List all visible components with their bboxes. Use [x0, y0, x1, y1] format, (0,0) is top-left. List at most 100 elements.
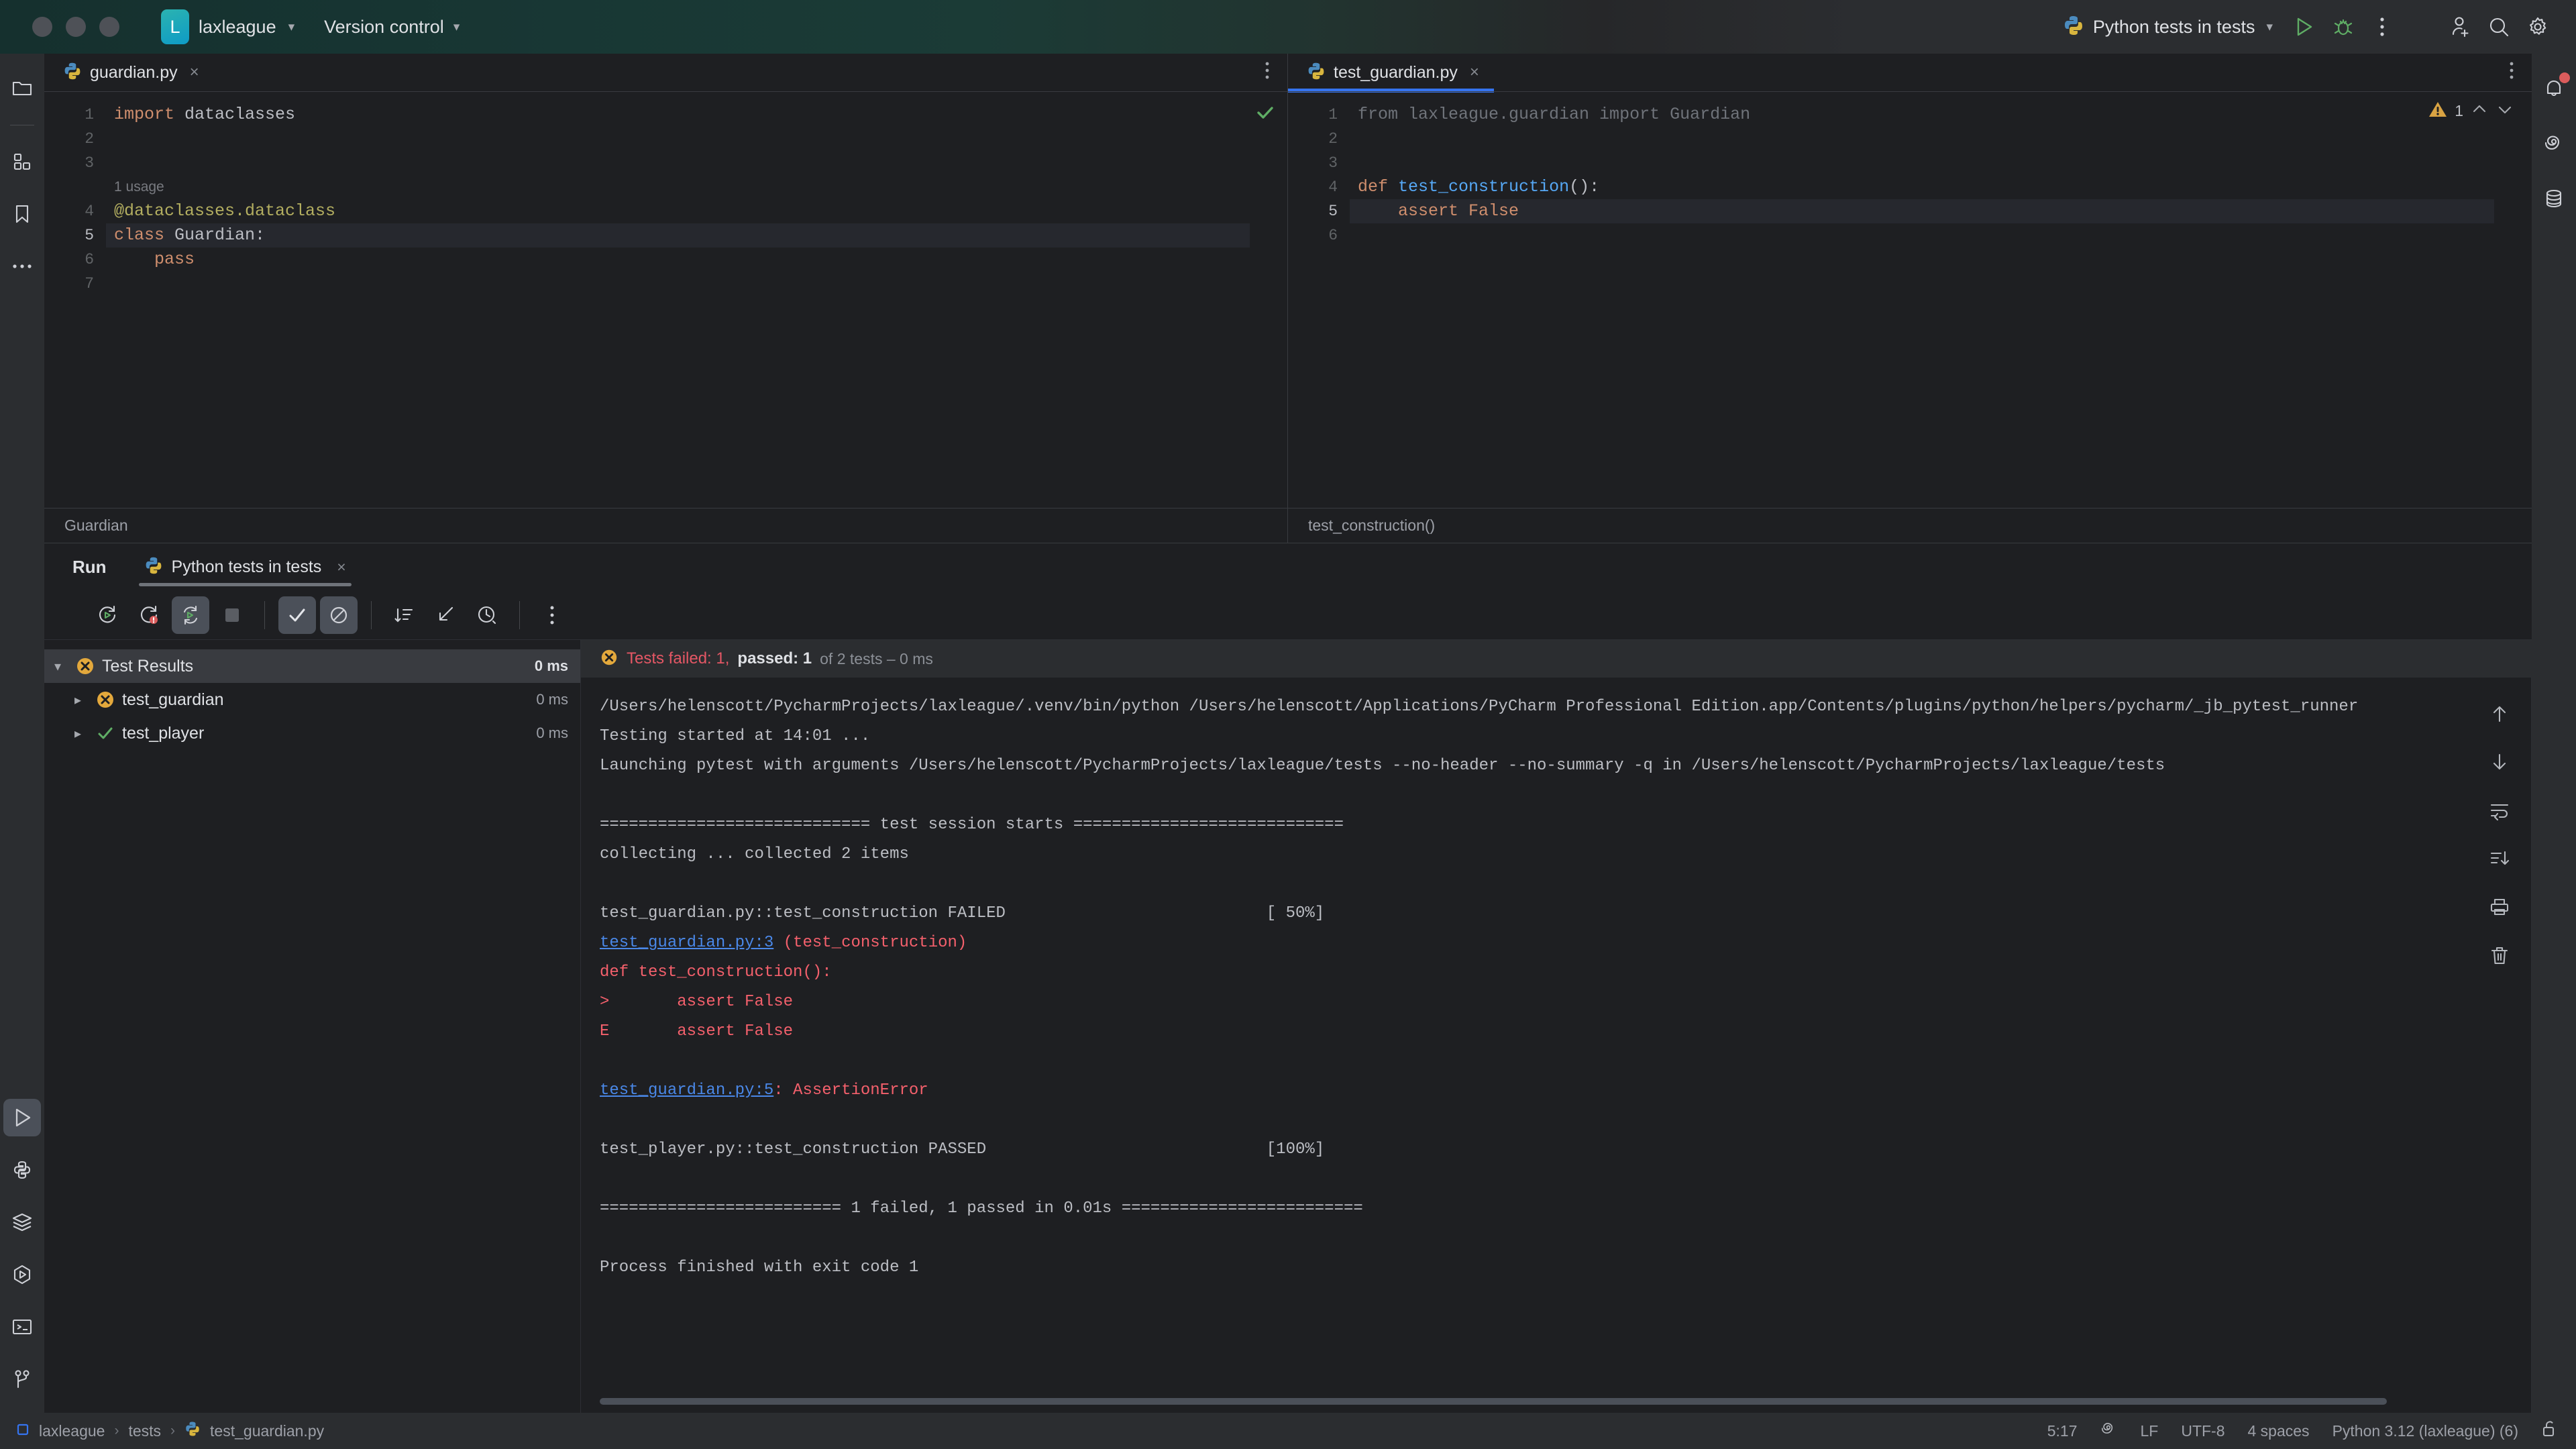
- line-number: 7: [44, 272, 106, 296]
- toggle-auto-test-button[interactable]: [172, 596, 209, 634]
- editor-options-right[interactable]: [2509, 61, 2532, 85]
- run-tab-python-tests[interactable]: Python tests in tests ×: [139, 543, 352, 590]
- tree-row-time: 0 ms: [536, 691, 568, 708]
- chevron-down-icon[interactable]: ▾: [44, 658, 71, 675]
- breadcrumb-right[interactable]: test_construction(): [1288, 508, 2532, 543]
- tree-row-time: 0 ms: [536, 724, 568, 742]
- line-number: 4: [1288, 175, 1350, 199]
- line-separator-widget[interactable]: LF: [2140, 1422, 2158, 1440]
- tab-guardian-py[interactable]: guardian.py ×: [44, 54, 214, 91]
- code-editor-left[interactable]: 1 2 3 4 5 6 7 import dataclasses: [44, 91, 1287, 508]
- maximize-window-button[interactable]: [99, 17, 119, 37]
- unlocked-icon[interactable]: [2541, 1420, 2557, 1442]
- center-column: guardian.py × 1 2 3 4: [44, 54, 2532, 1413]
- sidebar-item-terminal[interactable]: [3, 1308, 41, 1346]
- previous-problem-icon[interactable]: [2470, 100, 2489, 122]
- version-control-selector[interactable]: Version control ▾: [324, 17, 460, 38]
- more-options-button[interactable]: [533, 596, 571, 634]
- chevron-right-icon[interactable]: ▸: [64, 725, 91, 742]
- close-icon[interactable]: ×: [190, 63, 199, 82]
- console-line: ============================ test sessio…: [581, 810, 2467, 840]
- breadcrumb-item-project[interactable]: laxleague: [39, 1422, 105, 1440]
- code-content-right[interactable]: from laxleague.guardian import Guardian …: [1350, 92, 2494, 508]
- chevron-right-icon[interactable]: ▸: [64, 692, 91, 708]
- test-history-button[interactable]: [468, 596, 506, 634]
- run-button[interactable]: [2285, 7, 2324, 46]
- breadcrumb-item-folder[interactable]: tests: [128, 1422, 161, 1440]
- caret-position[interactable]: 5:17: [2047, 1422, 2078, 1440]
- sidebar-item-python-packages[interactable]: [3, 1256, 41, 1293]
- inspection-strip-left[interactable]: [1250, 92, 1287, 508]
- usage-inlay-hint[interactable]: 1 usage: [106, 175, 1250, 199]
- close-window-button[interactable]: [32, 17, 52, 37]
- file-link[interactable]: test_guardian.py:3: [600, 934, 773, 952]
- show-passed-button[interactable]: [278, 596, 316, 634]
- editor-options-left[interactable]: [1265, 61, 1287, 85]
- code-editor-right[interactable]: 1 2 3 4 5 6 from laxleague.guardian impo…: [1288, 91, 2532, 508]
- pycharm-window: L laxleague ▾ Version control ▾ Python t…: [0, 0, 2576, 1449]
- project-selector[interactable]: L laxleague ▾: [161, 9, 294, 44]
- gutter-left[interactable]: 1 2 3 4 5 6 7: [44, 92, 106, 508]
- gutter-right[interactable]: 1 2 3 4 5 6: [1288, 92, 1350, 508]
- line-number: 3: [1288, 151, 1350, 175]
- close-icon[interactable]: ×: [337, 558, 345, 576]
- sidebar-item-python-console[interactable]: [3, 1151, 41, 1189]
- console-line: [581, 1106, 2467, 1135]
- file-link[interactable]: test_guardian.py:5: [600, 1081, 773, 1099]
- scroll-up-button[interactable]: [2482, 696, 2517, 731]
- spiral-icon[interactable]: [2100, 1420, 2117, 1442]
- status-breadcrumb[interactable]: laxleague › tests › test_guardian.py: [16, 1421, 324, 1441]
- sort-tests-button[interactable]: [385, 596, 423, 634]
- inspection-ok-check-icon: [1254, 101, 1277, 127]
- sidebar-item-bookmarks[interactable]: [3, 195, 41, 233]
- hide-ignored-button[interactable]: [320, 596, 358, 634]
- notifications-button[interactable]: [2535, 70, 2573, 107]
- scroll-to-end-button[interactable]: [2482, 841, 2517, 876]
- indent-widget[interactable]: 4 spaces: [2248, 1422, 2310, 1440]
- gear-icon[interactable]: [2518, 7, 2557, 46]
- more-vertical-icon[interactable]: [2363, 7, 2402, 46]
- debug-button[interactable]: [2324, 7, 2363, 46]
- close-icon[interactable]: ×: [1470, 63, 1479, 82]
- sidebar-item-version-control[interactable]: [3, 1360, 41, 1398]
- horizontal-scrollbar[interactable]: [600, 1398, 2387, 1405]
- minimize-window-button[interactable]: [66, 17, 86, 37]
- run-configuration-selector[interactable]: Python tests in tests ▾: [2063, 15, 2273, 40]
- failed-test-icon: [91, 690, 119, 710]
- add-user-icon[interactable]: [2440, 7, 2479, 46]
- database-button[interactable]: [2535, 180, 2573, 217]
- breadcrumb-left[interactable]: Guardian: [44, 508, 1287, 543]
- inspection-widget[interactable]: 1: [2428, 100, 2514, 122]
- code-content-left[interactable]: import dataclasses 1 usage @dataclasses.…: [106, 92, 1250, 508]
- print-button[interactable]: [2482, 890, 2517, 924]
- search-icon[interactable]: [2479, 7, 2518, 46]
- window-controls[interactable]: [32, 17, 119, 37]
- rerun-button[interactable]: [89, 596, 126, 634]
- tree-row-test-guardian[interactable]: ▸ test_guardian 0 ms: [44, 683, 580, 716]
- more-horizontal-icon[interactable]: [3, 248, 41, 285]
- code-line: [106, 151, 1250, 175]
- ai-assistant-button[interactable]: [2535, 125, 2573, 162]
- sidebar-item-project[interactable]: [3, 70, 41, 107]
- console-output[interactable]: /Users/helenscott/PycharmProjects/laxlea…: [581, 678, 2467, 1413]
- encoding-widget[interactable]: UTF-8: [2181, 1422, 2224, 1440]
- clear-all-button[interactable]: [2482, 938, 2517, 973]
- sidebar-item-run[interactable]: [3, 1099, 41, 1136]
- next-problem-icon[interactable]: [2496, 100, 2514, 122]
- chevron-down-icon: ▾: [453, 19, 460, 35]
- tab-test-guardian-py[interactable]: test_guardian.py ×: [1288, 54, 1494, 91]
- stop-button[interactable]: [213, 596, 251, 634]
- expand-collapse-button[interactable]: [427, 596, 464, 634]
- console-line: Process finished with exit code 1: [581, 1253, 2467, 1283]
- breadcrumb-item-file[interactable]: test_guardian.py: [210, 1422, 324, 1440]
- sidebar-item-structure[interactable]: [3, 143, 41, 180]
- tree-row-test-player[interactable]: ▸ test_player 0 ms: [44, 716, 580, 750]
- rerun-failed-tests-button[interactable]: [130, 596, 168, 634]
- inspection-strip-right[interactable]: [2494, 92, 2532, 508]
- soft-wrap-button[interactable]: [2482, 793, 2517, 828]
- interpreter-widget[interactable]: Python 3.12 (laxleague) (6): [2332, 1422, 2518, 1440]
- scroll-down-button[interactable]: [2482, 745, 2517, 780]
- test-results-tree[interactable]: ▾ Test Results 0 ms ▸ te: [44, 640, 581, 1413]
- tree-row-test-results[interactable]: ▾ Test Results 0 ms: [44, 649, 580, 683]
- sidebar-item-services[interactable]: [3, 1203, 41, 1241]
